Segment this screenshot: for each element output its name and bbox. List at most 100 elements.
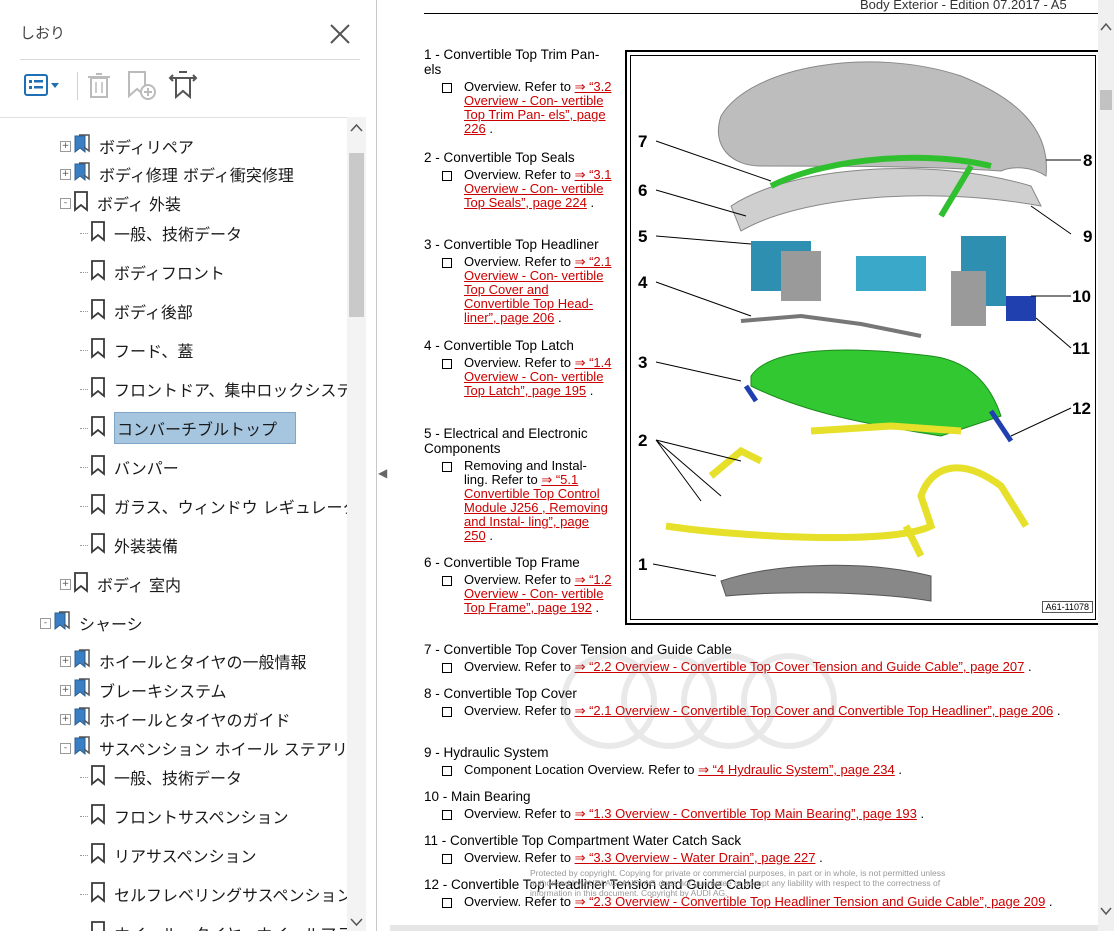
bookmark-row[interactable]: ホイール、タイヤ、ホイールアライメ bbox=[80, 919, 366, 931]
legend-item-text: Overview. Refer to bbox=[464, 806, 571, 821]
bookmark-row[interactable]: セルフレベリングサスペンション bbox=[80, 880, 353, 908]
bookmark-label[interactable]: フロントドア、集中ロックシステム bbox=[114, 377, 366, 401]
options-menu-icon[interactable] bbox=[22, 68, 62, 102]
bookmark-group-icon bbox=[53, 611, 71, 635]
bookmark-row[interactable]: リアサスペンション bbox=[80, 841, 257, 869]
seal-part bbox=[708, 446, 763, 479]
new-bookmark-icon[interactable] bbox=[124, 68, 158, 102]
bookmark-label[interactable]: リアサスペンション bbox=[114, 843, 257, 867]
bookmark-row[interactable]: ボディフロント bbox=[80, 258, 225, 286]
bookmark-label[interactable]: ホイール、タイヤ、ホイールアライメ bbox=[114, 921, 366, 931]
bookmark-label[interactable]: 一般、技術データ bbox=[114, 765, 242, 789]
scroll-down-icon[interactable] bbox=[350, 917, 363, 927]
scrollbar-thumb[interactable] bbox=[349, 153, 364, 317]
bookmark-label[interactable]: ボディ 外装 bbox=[97, 191, 181, 215]
bookmarks-scrollbar[interactable] bbox=[347, 117, 366, 931]
checkbox-icon bbox=[442, 171, 452, 181]
bookmark-label[interactable]: フロントサスペンション bbox=[114, 804, 289, 828]
bookmark-row[interactable]: + ホイールとタイヤのガイド bbox=[60, 705, 291, 733]
bookmark-row[interactable]: コンバーチブルトップ bbox=[80, 412, 297, 444]
tree-connector bbox=[80, 466, 88, 468]
expand-toggle-icon[interactable]: - bbox=[60, 742, 71, 754]
bookmark-row[interactable]: フロントサスペンション bbox=[80, 802, 289, 830]
bookmark-row[interactable]: + ホイールとタイヤの一般情報 bbox=[60, 647, 307, 675]
convertible-top-illustration: 1 2 3 4 5 6 7 8 9 10 11 12 bbox=[638, 61, 1092, 602]
expand-bookmark-icon[interactable] bbox=[166, 68, 200, 102]
bookmark-icon bbox=[90, 920, 106, 931]
bookmark-label[interactable]: フード、蓋 bbox=[114, 338, 193, 362]
bookmark-label[interactable]: ボディ 室内 bbox=[97, 572, 181, 596]
cross-reference-link[interactable]: ⇒ “3.3 Overview - Water Drain”, page 227 bbox=[575, 850, 816, 865]
electrical-part bbox=[1006, 296, 1036, 321]
bookmark-tree: + ボディリペア + ボディ修理 ボディ衝突修理 - ボディ 外装一般、技術データ ボディフ… bbox=[0, 117, 366, 931]
legend-item: 1 - Convertible Top Trim Pan- els Overvie… bbox=[424, 47, 614, 136]
bookmark-group-icon bbox=[73, 162, 91, 186]
bookmark-row[interactable]: 一般、技術データ bbox=[80, 219, 242, 247]
bookmark-label[interactable]: ボディ後部 bbox=[114, 299, 193, 323]
bookmark-row[interactable]: + ボディ 室内 bbox=[60, 570, 181, 598]
legend-item-text: Overview. Refer to bbox=[464, 850, 571, 865]
bookmark-row[interactable]: 外装装備 bbox=[80, 531, 178, 559]
bookmark-row[interactable]: 一般、技術データ bbox=[80, 763, 242, 791]
expand-toggle-icon[interactable]: + bbox=[60, 713, 71, 725]
bookmark-row[interactable]: + ボディ修理 ボディ衝突修理 bbox=[60, 160, 294, 188]
bookmark-label[interactable]: シャーシ bbox=[79, 611, 143, 635]
cross-reference-link[interactable]: ⇒ “1.3 Overview - Convertible Top Main B… bbox=[575, 806, 917, 821]
close-icon[interactable] bbox=[326, 20, 354, 48]
scroll-down-icon[interactable] bbox=[1100, 906, 1112, 916]
figure-callout: 7 bbox=[638, 132, 647, 151]
expand-toggle-icon[interactable]: - bbox=[40, 617, 51, 629]
bookmark-row[interactable]: + ブレーキシステム bbox=[60, 676, 227, 704]
bookmark-row[interactable]: ガラス、ウィンドウ レギュレーター bbox=[80, 492, 366, 520]
bookmark-label[interactable]: ホイールとタイヤのガイド bbox=[99, 707, 291, 731]
bookmark-label[interactable]: ボディ修理 ボディ衝突修理 bbox=[99, 162, 294, 186]
bookmark-row[interactable]: ボディ後部 bbox=[80, 297, 193, 325]
bookmark-label[interactable]: コンバーチブルトップ bbox=[114, 412, 297, 444]
bookmark-label[interactable]: ブレーキシステム bbox=[99, 678, 227, 702]
expand-toggle-icon[interactable]: + bbox=[60, 578, 71, 590]
figure-callout: 4 bbox=[638, 273, 648, 292]
expand-toggle-icon[interactable]: + bbox=[60, 684, 71, 696]
expand-toggle-icon[interactable]: + bbox=[60, 168, 71, 180]
figure-callout: 12 bbox=[1072, 399, 1091, 418]
checkbox-icon bbox=[442, 854, 452, 864]
legend-item: 3 - Convertible Top Headliner Overview. R… bbox=[424, 237, 614, 325]
expand-toggle-icon[interactable]: + bbox=[60, 140, 71, 152]
bookmark-label[interactable]: 外装装備 bbox=[114, 533, 178, 557]
bookmark-label[interactable]: セルフレベリングサスペンション bbox=[114, 882, 353, 906]
legend-item-title: 2 - Convertible Top Seals bbox=[424, 150, 575, 165]
horizontal-scrollbar[interactable] bbox=[390, 925, 1098, 931]
legend-item: 5 - Electrical and Electronic Components… bbox=[424, 426, 614, 543]
bookmark-label[interactable]: ホイールとタイヤの一般情報 bbox=[99, 649, 307, 673]
bookmark-row[interactable]: - ボディ 外装 bbox=[60, 189, 181, 217]
legend-item-text: Overview. Refer to bbox=[464, 167, 571, 182]
scroll-up-icon[interactable] bbox=[1100, 22, 1112, 32]
bookmark-row[interactable]: + ボディリペア bbox=[60, 132, 194, 160]
collapse-pane-icon[interactable]: ◀ bbox=[378, 466, 387, 480]
bookmark-label[interactable]: バンパー bbox=[114, 455, 179, 479]
expand-toggle-icon[interactable]: + bbox=[60, 655, 71, 667]
figure-callout: 9 bbox=[1083, 227, 1092, 246]
bookmark-row[interactable]: - サスペンション ホイール ステアリング bbox=[60, 734, 366, 762]
bookmark-group-icon bbox=[73, 707, 91, 731]
latch-part bbox=[740, 313, 922, 338]
scrollbar-thumb[interactable] bbox=[1100, 90, 1112, 110]
bookmarks-toolbar bbox=[22, 68, 362, 104]
bookmark-label[interactable]: ガラス、ウィンドウ レギュレーター bbox=[114, 494, 366, 518]
bookmark-row[interactable]: フロントドア、集中ロックシステム bbox=[80, 375, 366, 403]
bookmark-label[interactable]: 一般、技術データ bbox=[114, 221, 242, 245]
bookmark-row[interactable]: - シャーシ bbox=[40, 609, 143, 637]
cross-reference-link[interactable]: ⇒ “4 Hydraulic System”, page 234 bbox=[698, 762, 895, 777]
trash-icon[interactable] bbox=[84, 68, 114, 102]
legend-item-text: Overview. Refer to bbox=[464, 254, 571, 269]
bookmark-label[interactable]: ボディリペア bbox=[99, 134, 194, 158]
trim-panel-part bbox=[720, 564, 932, 602]
bookmark-row[interactable]: バンパー bbox=[80, 453, 179, 481]
bookmark-row[interactable]: フード、蓋 bbox=[80, 336, 193, 364]
scroll-up-icon[interactable] bbox=[350, 123, 363, 133]
expand-toggle-icon[interactable]: - bbox=[60, 197, 71, 209]
bookmark-label[interactable]: サスペンション ホイール ステアリング bbox=[99, 736, 366, 760]
document-scrollbar[interactable] bbox=[1098, 0, 1114, 931]
tree-connector bbox=[80, 893, 88, 895]
bookmark-label[interactable]: ボディフロント bbox=[114, 260, 225, 284]
